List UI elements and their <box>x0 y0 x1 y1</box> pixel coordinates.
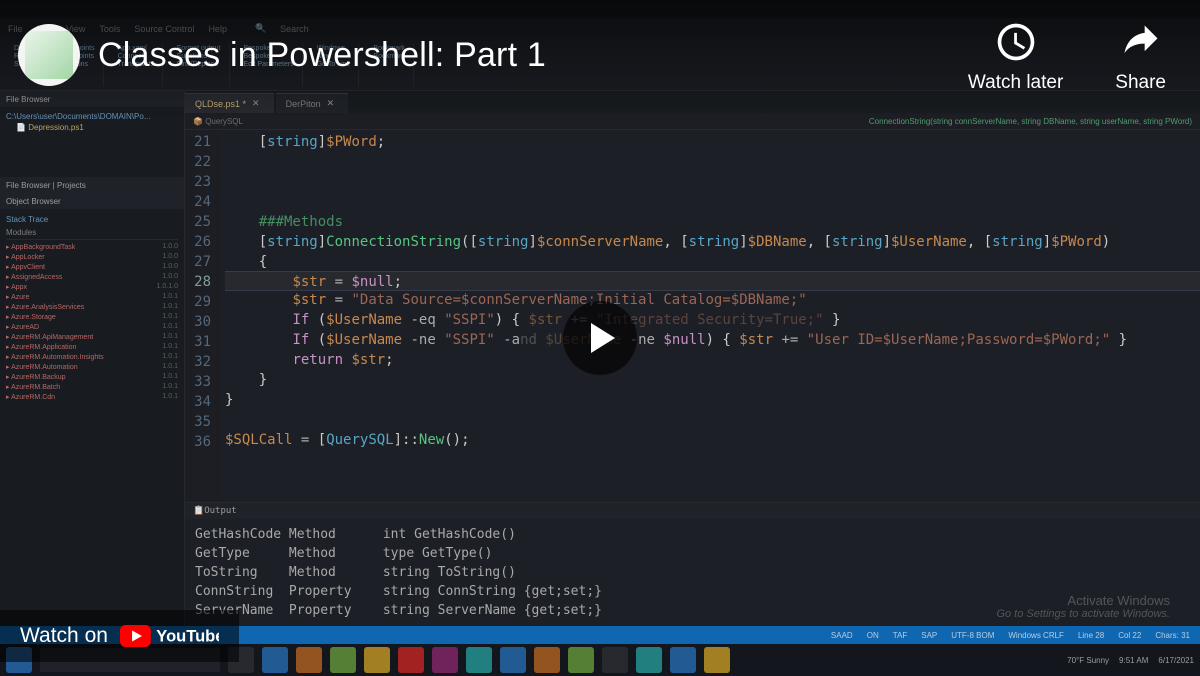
task-icon[interactable] <box>500 647 526 673</box>
task-icon[interactable] <box>432 647 458 673</box>
task-icon[interactable] <box>398 647 424 673</box>
output-head[interactable]: 📋 Output <box>185 503 1200 519</box>
watch-later-button[interactable]: Watch later <box>968 20 1063 94</box>
code-editor[interactable]: 21222324252627282930313233343536 [string… <box>185 130 1200 502</box>
code-lines: [string]$PWord; ###Methods [string]Conne… <box>221 130 1200 502</box>
watch-later-label: Watch later <box>968 72 1063 94</box>
module-item[interactable]: ▸ Azure.Storage1.0.1 <box>6 312 178 322</box>
watch-on-youtube[interactable]: Watch on YouTube <box>0 610 239 662</box>
module-item[interactable]: ▸ AzureRM.Application1.0.1 <box>6 342 178 352</box>
watch-on-label: Watch on <box>20 624 108 648</box>
projects-head[interactable]: File Browser | Projects <box>0 177 184 193</box>
module-item[interactable]: ▸ AppLocker1.0.0 <box>6 252 178 262</box>
module-item[interactable]: ▸ AssignedAccess1.0.0 <box>6 272 178 282</box>
play-icon <box>591 323 615 353</box>
module-item[interactable]: ▸ AzureRM.Batch1.0.1 <box>6 382 178 392</box>
task-icon[interactable] <box>704 647 730 673</box>
status-item: SAP <box>921 631 937 640</box>
module-item[interactable]: ▸ Azure.AnalysisServices1.0.1 <box>6 302 178 312</box>
share-icon <box>1119 20 1163 64</box>
task-icon[interactable] <box>296 647 322 673</box>
gutter: 21222324252627282930313233343536 <box>185 130 221 502</box>
module-item[interactable]: ▸ AzureRM.Backup1.0.1 <box>6 372 178 382</box>
youtube-logo-icon: YouTube <box>120 625 219 647</box>
module-item[interactable]: ▸ AzureRM.Cdn1.0.1 <box>6 392 178 402</box>
task-icon[interactable] <box>330 647 356 673</box>
file-item[interactable]: 📄 Depression.ps1 <box>6 122 178 133</box>
channel-avatar[interactable] <box>18 24 80 86</box>
status-item: ON <box>867 631 879 640</box>
modules-list: ▸ AppBackgroundTask1.0.0▸ AppLocker1.0.0… <box>6 242 178 402</box>
clock-date[interactable]: 6/17/2021 <box>1158 656 1194 665</box>
status-item: TAF <box>893 631 908 640</box>
module-item[interactable]: ▸ AppBackgroundTask1.0.0 <box>6 242 178 252</box>
module-item[interactable]: ▸ AppvClient1.0.0 <box>6 262 178 272</box>
status-item: SAAD <box>831 631 853 640</box>
share-button[interactable]: Share <box>1115 20 1166 94</box>
clock-time[interactable]: 9:51 AM <box>1119 656 1148 665</box>
object-browser-head[interactable]: Object Browser <box>0 193 184 209</box>
status-item: UTF-8 BOM <box>951 631 994 640</box>
task-icon[interactable] <box>568 647 594 673</box>
status-item: Line 28 <box>1078 631 1104 640</box>
task-icon[interactable] <box>534 647 560 673</box>
video-title[interactable]: Classes in Powershell: Part 1 <box>98 36 546 75</box>
status-item: Chars: 31 <box>1155 631 1190 640</box>
module-item[interactable]: ▸ Azure1.0.1 <box>6 292 178 302</box>
module-item[interactable]: ▸ Appx1.0.1.0 <box>6 282 178 292</box>
clock-icon <box>994 20 1038 64</box>
stack-trace-label[interactable]: Stack Trace <box>6 213 178 226</box>
play-button[interactable] <box>563 301 637 375</box>
side-panel: File Browser C:\Users\user\Documents\DOM… <box>0 91 185 626</box>
module-item[interactable]: ▸ AzureRM.Automation1.0.1 <box>6 362 178 372</box>
module-item[interactable]: ▸ AzureRM.Automation.Insights1.0.1 <box>6 352 178 362</box>
module-item[interactable]: ▸ AzureRM.ApiManagement1.0.1 <box>6 332 178 342</box>
windows-watermark: Activate Windows Go to Settings to activ… <box>996 593 1170 620</box>
module-item[interactable]: ▸ AzureAD1.0.1 <box>6 322 178 332</box>
task-icon[interactable] <box>364 647 390 673</box>
task-icon[interactable] <box>602 647 628 673</box>
status-item: Windows CRLF <box>1008 631 1064 640</box>
svg-text:YouTube: YouTube <box>156 628 219 646</box>
share-label: Share <box>1115 72 1166 94</box>
task-icon[interactable] <box>670 647 696 673</box>
task-icon[interactable] <box>636 647 662 673</box>
task-icon[interactable] <box>262 647 288 673</box>
status-item: Col 22 <box>1118 631 1141 640</box>
task-icon[interactable] <box>466 647 492 673</box>
weather[interactable]: 70°F Sunny <box>1067 656 1109 665</box>
modules-label[interactable]: Modules <box>6 226 178 240</box>
